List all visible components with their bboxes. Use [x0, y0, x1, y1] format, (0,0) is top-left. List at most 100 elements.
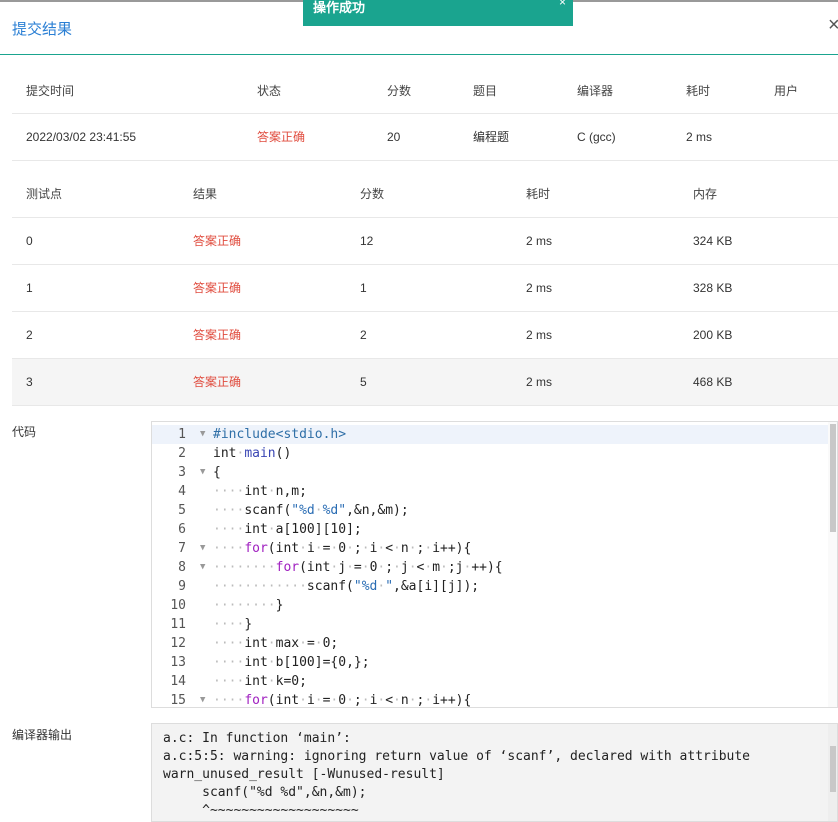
line-number: 6 — [178, 522, 186, 537]
testcase-score: 5 — [346, 358, 512, 406]
code-text: int·main() — [213, 446, 292, 461]
compiler-output-label: 编译器输出 — [12, 728, 73, 742]
code-text: ····for(int·i·=·0·;·i·<·n·;·i++){ — [213, 541, 472, 556]
testcase-time: 2 ms — [512, 358, 679, 406]
line-number: 4 — [178, 484, 186, 499]
code-text: ········} — [213, 598, 284, 613]
testcase-memory: 328 KB — [679, 264, 838, 312]
code-line[interactable]: 6 ····int·a[100][10]; — [152, 520, 837, 539]
toast-close-icon[interactable]: × — [559, 0, 566, 10]
header-tc-score: 分数 — [346, 171, 512, 218]
line-number: 15 — [170, 693, 186, 708]
testcase-memory: 324 KB — [679, 217, 838, 265]
code-text: ····int·a[100][10]; — [213, 522, 362, 537]
code-text: ····int·b[100]={0,}; — [213, 655, 370, 670]
line-number: 11 — [170, 617, 186, 632]
code-text: ········for(int·j·=·0·;·j·<·m·;j·++){ — [213, 560, 503, 575]
submission-table: 提交时间 状态 分数 题目 编译器 耗时 用户 2022/03/02 23:41… — [12, 68, 838, 161]
submission-user[interactable] — [760, 113, 838, 161]
code-line[interactable]: 15 ▼ ····for(int·i·=·0·;·i·<·n·;·i++){ — [152, 691, 837, 708]
header-elapsed: 耗时 — [672, 68, 760, 114]
header-memory: 内存 — [679, 171, 838, 218]
compiler-output-box[interactable]: a.c: In function ‘main’: a.c:5:5: warnin… — [151, 723, 838, 822]
code-line[interactable]: 9 ············scanf("%d·",&a[i][j]); — [152, 577, 837, 596]
code-line[interactable]: 2 int·main() — [152, 444, 837, 463]
line-number: 5 — [178, 503, 186, 518]
compiler-output-text: a.c: In function ‘main’: a.c:5:5: warnin… — [163, 731, 750, 818]
submission-status: 答案正确 — [243, 113, 373, 161]
testcase-result: 答案正确 — [179, 264, 346, 312]
code-text: { — [213, 465, 221, 480]
line-number: 7 — [178, 541, 186, 556]
table-row: 1 答案正确 1 2 ms 328 KB — [12, 264, 838, 312]
header-submit-time: 提交时间 — [12, 68, 243, 114]
dialog-title: 提交结果 — [12, 21, 73, 38]
line-number: 14 — [170, 674, 186, 689]
testcase-score: 1 — [346, 264, 512, 312]
code-line[interactable]: 10 ········} — [152, 596, 837, 615]
code-text: #include<stdio.h> — [213, 427, 347, 442]
table-row: 2 答案正确 2 2 ms 200 KB — [12, 311, 838, 359]
output-scrollbar-thumb[interactable] — [830, 746, 836, 792]
testcase-result: 答案正确 — [179, 311, 346, 359]
line-number: 10 — [170, 598, 186, 613]
table-row: 0 答案正确 12 2 ms 324 KB — [12, 217, 838, 265]
table-row: 3 答案正确 5 2 ms 468 KB — [12, 358, 838, 406]
line-number: 3 — [178, 465, 186, 480]
header-tc-time: 耗时 — [512, 171, 679, 218]
code-text: ····int·n,m; — [213, 484, 307, 499]
testcase-header-row: 测试点 结果 分数 耗时 内存 — [12, 171, 838, 218]
code-line[interactable]: 7 ▼ ····for(int·i·=·0·;·i·<·n·;·i++){ — [152, 539, 837, 558]
testcase-id: 3 — [12, 358, 179, 406]
code-text: ····int·max·=·0; — [213, 636, 339, 651]
code-line[interactable]: 5 ····scanf("%d·%d",&n,&m); — [152, 501, 837, 520]
header-problem: 题目 — [459, 68, 563, 114]
submission-problem[interactable]: 编程题 — [459, 113, 563, 161]
output-scrollbar[interactable] — [828, 724, 837, 821]
success-toast: 操作成功 × — [303, 0, 573, 26]
line-number: 1 — [178, 427, 186, 442]
line-number: 2 — [178, 446, 186, 461]
submission-compiler: C (gcc) — [563, 113, 672, 161]
code-line[interactable]: 13 ····int·b[100]={0,}; — [152, 653, 837, 672]
testcase-result: 答案正确 — [179, 217, 346, 265]
testcase-id: 0 — [12, 217, 179, 265]
code-text: ····scanf("%d·%d",&n,&m); — [213, 503, 409, 518]
testcase-result: 答案正确 — [179, 358, 346, 406]
code-text: ····for(int·i·=·0·;·i·<·n·;·i++){ — [213, 693, 472, 708]
code-line[interactable]: 3 ▼ { — [152, 463, 837, 482]
submit-time: 2022/03/02 23:41:55 — [12, 113, 243, 161]
testcase-memory: 468 KB — [679, 358, 838, 406]
submission-elapsed: 2 ms — [672, 113, 760, 161]
line-number: 9 — [178, 579, 186, 594]
line-number: 12 — [170, 636, 186, 651]
code-line[interactable]: 11 ····} — [152, 615, 837, 634]
header-result: 结果 — [179, 171, 346, 218]
submission-row: 2022/03/02 23:41:55 答案正确 20 编程题 C (gcc) … — [12, 113, 838, 161]
close-icon[interactable]: × — [828, 14, 838, 37]
code-text: ············scanf("%d·",&a[i][j]); — [213, 579, 480, 594]
code-line[interactable]: 12 ····int·max·=·0; — [152, 634, 837, 653]
code-line[interactable]: 8 ▼ ········for(int·j·=·0·;·j·<·m·;j·++){ — [152, 558, 837, 577]
fold-icon[interactable]: ▼ — [200, 463, 205, 482]
code-text: ····} — [213, 617, 253, 632]
code-text: ····int·k=0; — [213, 674, 307, 689]
fold-icon[interactable]: ▼ — [200, 558, 205, 577]
code-scrollbar[interactable] — [828, 422, 837, 707]
fold-icon[interactable]: ▼ — [200, 425, 205, 444]
code-line[interactable]: 14 ····int·k=0; — [152, 672, 837, 691]
code-line[interactable]: 4 ····int·n,m; — [152, 482, 837, 501]
code-line[interactable]: 1 ▼ #include<stdio.h> — [152, 425, 837, 444]
code-scrollbar-thumb[interactable] — [830, 424, 836, 532]
header-status: 状态 — [243, 68, 373, 114]
testcase-score: 12 — [346, 217, 512, 265]
fold-icon[interactable]: ▼ — [200, 691, 205, 707]
testcase-id: 1 — [12, 264, 179, 312]
testcase-table: 测试点 结果 分数 耗时 内存 0 答案正确 12 2 ms 324 KB 1 … — [12, 171, 838, 406]
code-label: 代码 — [12, 425, 37, 439]
code-editor[interactable]: 15 ▼ ····for(int·i·=·0·;·i·<·n·;·i++){14 ··… — [151, 421, 838, 708]
header-user: 用户 — [760, 68, 838, 114]
line-number: 13 — [170, 655, 186, 670]
fold-icon[interactable]: ▼ — [200, 539, 205, 558]
testcase-score: 2 — [346, 311, 512, 359]
